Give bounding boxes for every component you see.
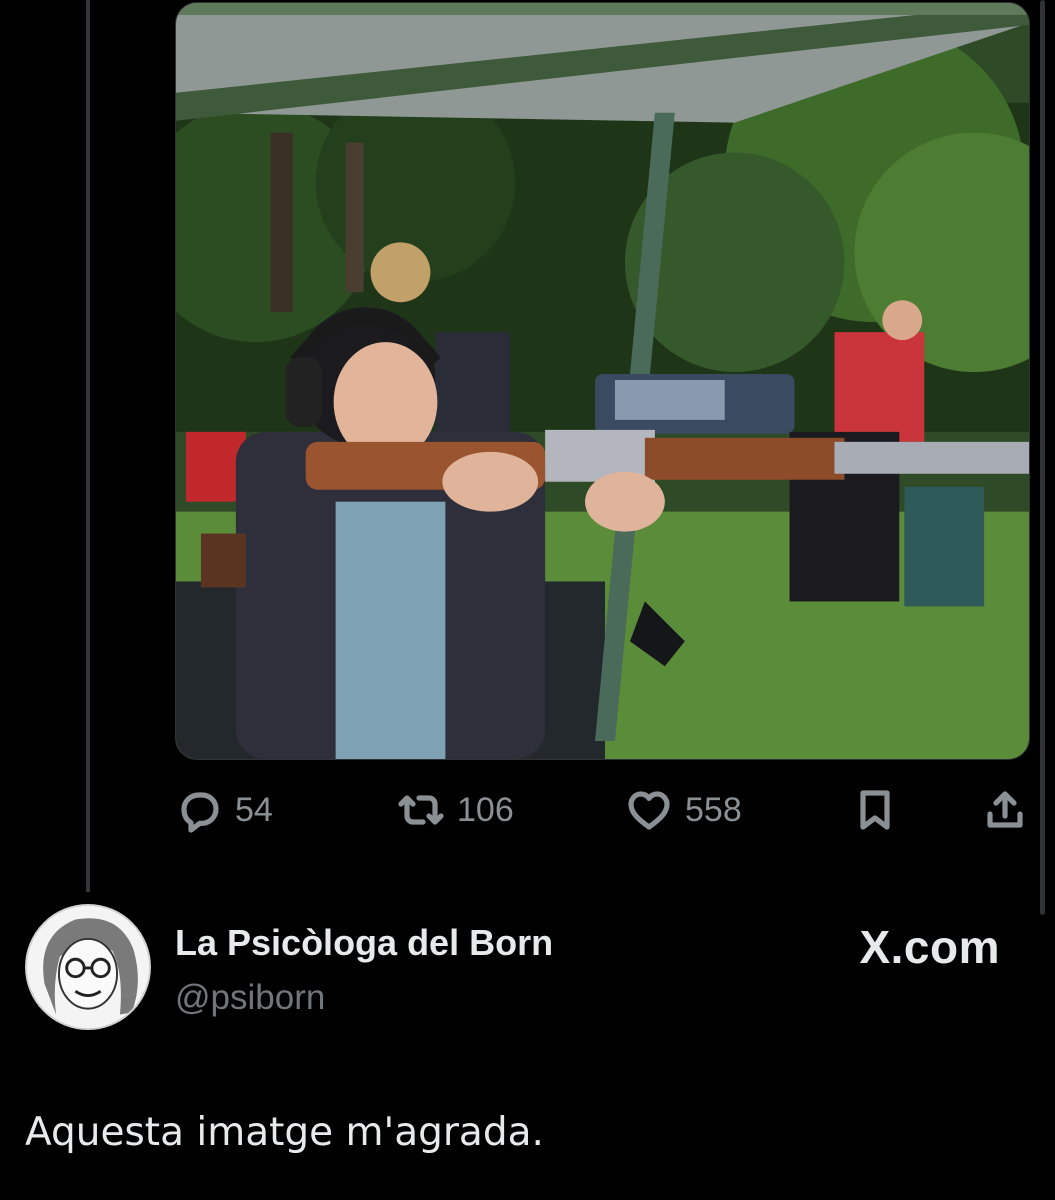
shooting-range-photo <box>176 3 1029 759</box>
like-count: 558 <box>685 790 742 829</box>
reply-button[interactable]: 54 <box>175 780 273 840</box>
reply-count: 54 <box>235 790 273 829</box>
bookmark-icon <box>860 790 890 830</box>
retweet-icon <box>398 795 444 825</box>
author-display-name[interactable]: La Psicòloga del Born <box>175 922 553 964</box>
like-button[interactable]: 558 <box>625 780 742 840</box>
share-button[interactable] <box>981 780 1029 840</box>
avatar[interactable] <box>25 904 151 1030</box>
quote-author-block: La Psicòloga del Born @psiborn X.com <box>25 904 1035 1034</box>
site-brand: X.com <box>859 921 1000 973</box>
scrollbar[interactable] <box>1040 0 1045 915</box>
tweet-photo[interactable] <box>175 2 1030 760</box>
tweet-action-bar: 54 106 558 <box>175 780 1035 840</box>
retweet-button[interactable]: 106 <box>397 780 514 840</box>
post-text: Aquesta imatge m'agrada. <box>25 1110 544 1155</box>
retweet-count: 106 <box>457 790 514 829</box>
thread-connector-line <box>86 0 90 892</box>
bookmark-button[interactable] <box>851 780 899 840</box>
author-handle[interactable]: @psiborn <box>175 978 325 1018</box>
share-icon <box>987 791 1023 828</box>
reply-icon <box>181 792 219 833</box>
heart-icon <box>628 791 670 830</box>
avatar-illustration <box>27 906 149 1028</box>
